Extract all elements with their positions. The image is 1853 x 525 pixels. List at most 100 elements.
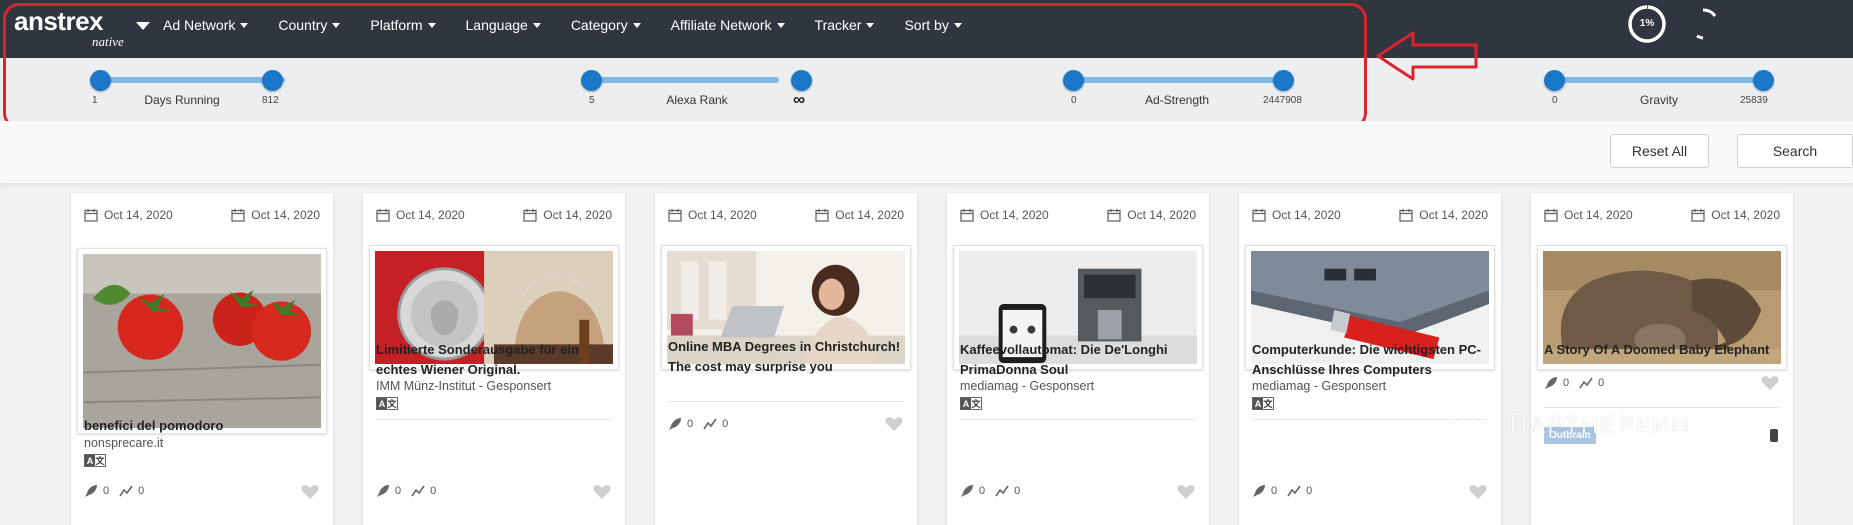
trend-icon (995, 485, 1009, 497)
heart-icon[interactable] (1177, 484, 1195, 500)
slider-min-handle[interactable] (90, 70, 111, 91)
ad-title[interactable]: Limitierte Sonderausgabe für ein echtes … (376, 340, 612, 380)
trend-count: 0 (1598, 377, 1605, 389)
date-text: Oct 14, 2020 (835, 208, 904, 222)
action-bar: Reset All Search (0, 121, 1853, 183)
trend-icon (411, 485, 425, 497)
slider-track (1554, 77, 1764, 83)
calendar-icon (815, 209, 829, 222)
language-icon: A文 (376, 397, 398, 410)
ad-thumbnail[interactable] (77, 248, 327, 434)
trend-icon (119, 485, 133, 497)
trend-stat: 0 (703, 418, 728, 430)
ad-card[interactable]: Oct 14, 2020 Oct 14, 2020 Kaffeevollauto… (947, 193, 1209, 525)
ad-card[interactable]: Oct 14, 2020 Oct 14, 2020 Limitierte Son… (363, 193, 625, 525)
ad-source: nonsprecare.it (84, 436, 164, 450)
slider-min-handle[interactable] (581, 70, 602, 91)
heart-icon[interactable] (1469, 484, 1487, 500)
nav-affiliate-network[interactable]: Affiliate Network (671, 17, 785, 33)
slider-max-handle[interactable] (791, 70, 812, 91)
slider-gravity[interactable]: 0 Gravity 25839 (1544, 58, 1784, 121)
ad-source: mediamag - Gesponsert (1252, 379, 1387, 393)
slider-min-handle[interactable] (1063, 70, 1084, 91)
trend-count: 0 (430, 485, 437, 497)
slider-max-handle[interactable] (1753, 70, 1774, 91)
ad-stats: 0 0 (84, 482, 320, 500)
launches-stat: 0 (668, 417, 693, 431)
last-seen-date: Oct 14, 2020 (1107, 208, 1196, 222)
slider-max-value: 812 (262, 95, 279, 106)
range-filters: 1 Days Running 812 5 Alexa Rank ∞ 0 Ad-S… (0, 58, 1853, 121)
ad-card[interactable]: Oct 14, 2020 Oct 14, 2020 benefici del p… (71, 193, 333, 525)
nav-category[interactable]: Category (571, 17, 641, 33)
ad-card[interactable]: Oct 14, 2020 Oct 14, 2020 Online MBA Deg… (655, 193, 917, 525)
ad-title[interactable]: Kaffeevollautomat: Die De'Longhi PrimaDo… (960, 340, 1196, 380)
ad-title[interactable]: benefici del pomodoro (84, 416, 320, 436)
lang-a: A (1253, 398, 1263, 409)
ad-title[interactable]: A Story Of A Doomed Baby Elephant (1544, 340, 1780, 360)
language-icon: A文 (960, 397, 982, 410)
slider-max-handle[interactable] (262, 70, 283, 91)
calendar-icon (1107, 209, 1121, 222)
slider-ad-strength[interactable]: 0 Ad-Strength 2447908 (1063, 58, 1318, 121)
first-seen-date: Oct 14, 2020 (1252, 208, 1341, 222)
date-text: Oct 14, 2020 (1127, 208, 1196, 222)
heart-icon[interactable] (301, 484, 319, 500)
trend-stat: 0 (119, 485, 144, 497)
ad-stats: 0 0 (668, 415, 904, 433)
calendar-icon (1252, 209, 1266, 222)
launches-count: 0 (103, 485, 110, 497)
slider-alexa-rank[interactable]: 5 Alexa Rank ∞ (581, 58, 816, 121)
rocket-icon (1253, 485, 1265, 497)
first-seen-date: Oct 14, 2020 (960, 208, 1049, 222)
brand-chevron-down-icon[interactable] (136, 22, 150, 30)
slider-max-handle[interactable] (1273, 70, 1294, 91)
lang-b: 文 (1263, 399, 1273, 409)
first-seen-date: Oct 14, 2020 (668, 208, 757, 222)
slider-days-running[interactable]: 1 Days Running 812 (90, 58, 295, 121)
brand-logo[interactable]: anstrex native (14, 6, 150, 49)
chevron-down-icon (866, 23, 875, 28)
lang-a: A (377, 398, 387, 409)
nav-ad-network[interactable]: Ad Network (163, 17, 249, 33)
card-dates: Oct 14, 2020 Oct 14, 2020 (376, 208, 612, 224)
nav-platform[interactable]: Platform (370, 17, 436, 33)
trend-count: 0 (138, 485, 145, 497)
heart-icon[interactable] (1761, 375, 1779, 391)
divider (376, 419, 612, 420)
heart-icon[interactable] (593, 484, 611, 500)
language-icon: A文 (84, 454, 106, 467)
chevron-down-icon (953, 23, 962, 28)
trend-stat: 0 (1579, 377, 1604, 389)
nav-label: Sort by (904, 17, 949, 33)
slider-max-value: ∞ (793, 90, 806, 109)
launches-stat: 0 (376, 484, 401, 498)
nav-sort-by[interactable]: Sort by (904, 17, 962, 33)
slider-min-value: 1 (92, 95, 98, 106)
ad-card[interactable]: Oct 14, 2020 Oct 14, 2020 Computerkunde:… (1239, 193, 1501, 525)
search-button[interactable]: Search (1737, 134, 1853, 168)
calendar-icon (1544, 209, 1558, 222)
slider-label: Ad-Strength (1144, 93, 1210, 107)
card-dates: Oct 14, 2020 Oct 14, 2020 (84, 208, 320, 224)
heart-icon[interactable] (885, 416, 903, 432)
nav-label: Tracker (814, 17, 862, 33)
slider-min-handle[interactable] (1544, 70, 1565, 91)
reset-all-button[interactable]: Reset All (1610, 134, 1709, 168)
nav-label: Ad Network (163, 17, 236, 33)
rocket-icon (85, 485, 97, 497)
ad-title[interactable]: Computerkunde: Die wichtigsten PC-Anschl… (1252, 340, 1488, 380)
mobile-icon (1770, 429, 1778, 442)
nav-country[interactable]: Country (278, 17, 341, 33)
ad-title[interactable]: Online MBA Degrees in Christchurch! The … (668, 337, 904, 377)
calendar-icon (84, 209, 98, 222)
network-badge[interactable]: Outbrain (1544, 427, 1596, 444)
brand-name: anstrex (14, 6, 104, 36)
nav-tracker[interactable]: Tracker (815, 17, 875, 33)
lang-a: A (85, 455, 95, 466)
slider-track (1073, 77, 1283, 83)
ad-card[interactable]: Oct 14, 2020 Oct 14, 2020 A Story Of A D… (1531, 193, 1793, 525)
nav-label: Language (465, 17, 528, 33)
divider (668, 401, 904, 402)
nav-language[interactable]: Language (466, 17, 541, 33)
